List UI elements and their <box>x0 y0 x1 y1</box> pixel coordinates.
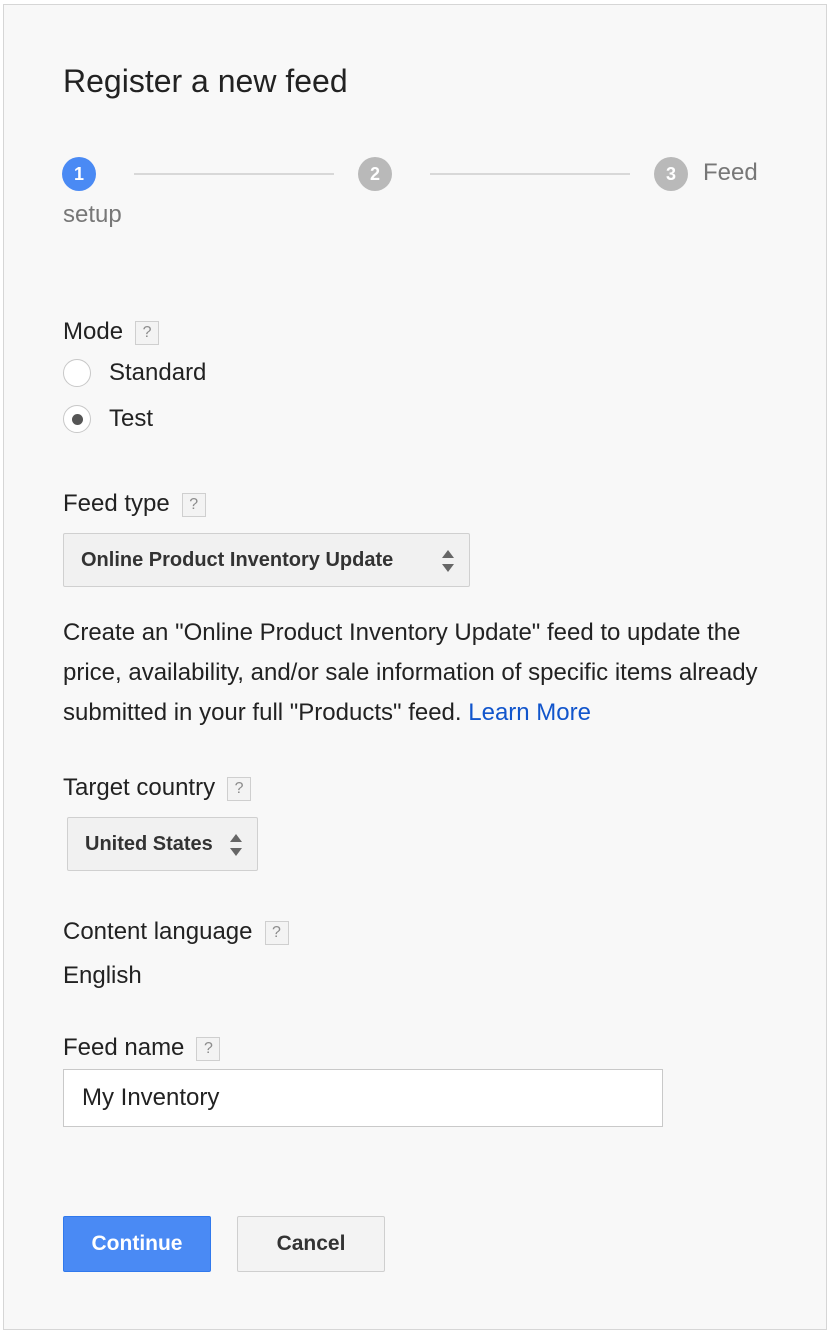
step-connector-2 <box>430 173 630 175</box>
feed-type-label-text: Feed type <box>63 490 170 517</box>
feed-type-description: Create an "Online Product Inventory Upda… <box>63 613 793 733</box>
mode-option-test[interactable]: Test <box>63 403 153 435</box>
mode-label-text: Mode <box>63 318 124 345</box>
question-mark-icon[interactable]: ? <box>264 920 289 945</box>
feed-name-label-text: Feed name <box>63 1034 185 1061</box>
mode-option-standard[interactable]: Standard <box>63 357 206 389</box>
continue-button[interactable]: Continue <box>63 1216 211 1272</box>
question-mark-icon[interactable]: ? <box>181 492 206 517</box>
mode-label: Mode? <box>63 317 160 347</box>
learn-more-link[interactable]: Learn More <box>468 699 591 726</box>
question-mark-icon[interactable]: ? <box>196 1036 221 1061</box>
register-feed-dialog: Register a new feed 1 2 3 setup Feed Mod… <box>3 4 827 1330</box>
feed-name-label: Feed name? <box>63 1033 221 1063</box>
feed-type-select[interactable]: Online Product Inventory Update <box>63 533 470 587</box>
step-2-indicator: 2 <box>358 157 392 191</box>
content-language-label-text: Content language <box>63 918 253 945</box>
step-3-label: Feed <box>703 159 758 186</box>
step-1-label: setup <box>63 201 122 228</box>
target-country-selected: United States <box>85 832 213 855</box>
step-connector-1 <box>134 173 334 175</box>
feed-type-selected: Online Product Inventory Update <box>81 548 394 571</box>
radio-standard[interactable] <box>63 359 91 387</box>
target-country-label-text: Target country <box>63 774 216 801</box>
question-mark-icon[interactable]: ? <box>227 776 252 801</box>
radio-standard-label: Standard <box>109 359 207 386</box>
feed-name-input[interactable] <box>63 1069 663 1127</box>
radio-test[interactable] <box>63 405 91 433</box>
cancel-button[interactable]: Cancel <box>237 1216 385 1272</box>
feed-type-description-text: Create an "Online Product Inventory Upda… <box>63 619 758 726</box>
target-country-select[interactable]: United States <box>67 817 258 871</box>
content-language-value: English <box>63 962 142 989</box>
step-1-indicator: 1 <box>62 157 96 191</box>
feed-type-label: Feed type? <box>63 489 206 519</box>
up-down-arrows-icon <box>230 834 242 856</box>
step-3-indicator: 3 <box>654 157 688 191</box>
target-country-label: Target country? <box>63 773 252 803</box>
dialog-title: Register a new feed <box>63 63 348 99</box>
content-language-label: Content language? <box>63 917 289 947</box>
question-mark-icon[interactable]: ? <box>135 320 160 345</box>
radio-test-label: Test <box>109 405 154 432</box>
up-down-arrows-icon <box>442 550 454 572</box>
